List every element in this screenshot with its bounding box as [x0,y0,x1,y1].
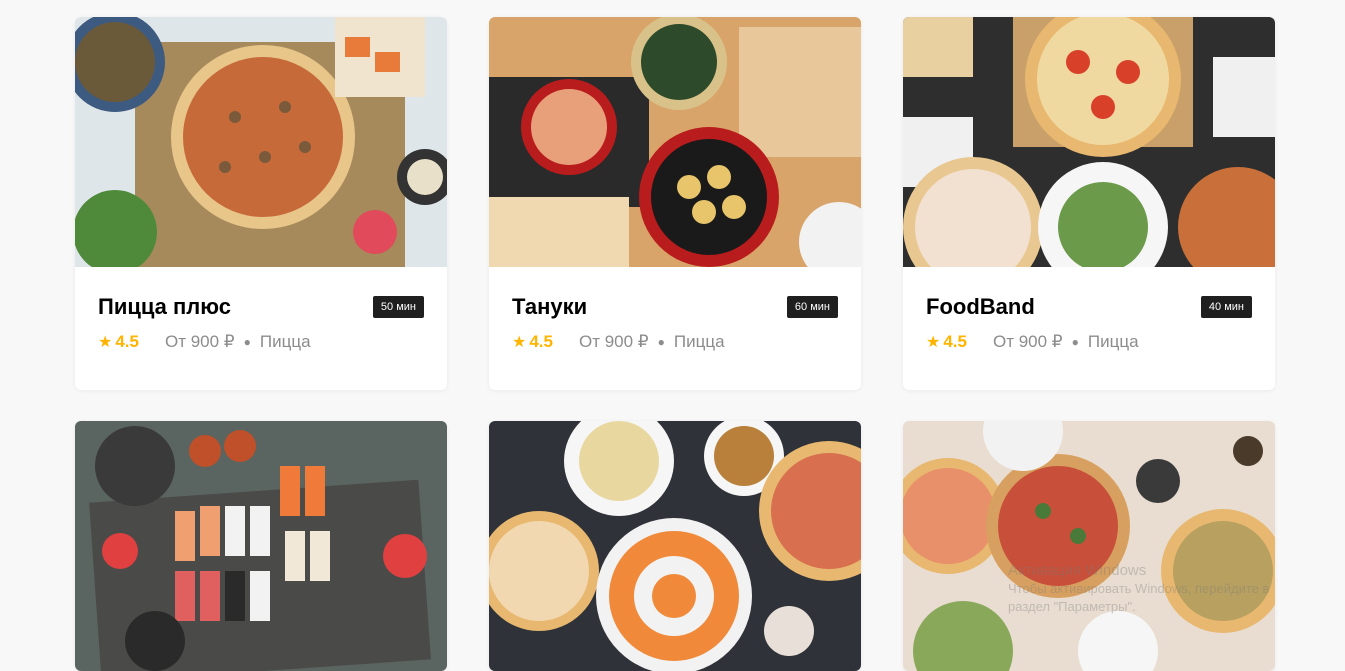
restaurant-card[interactable]: FoodBand 40 мин ★ 4.5 От 900 ₽ ● Пицца [903,17,1275,390]
bullet-dot: ● [243,335,251,349]
rating: ★ 4.5 [512,332,553,352]
rating-value: 4.5 [529,332,553,351]
restaurant-image[interactable] [903,17,1275,267]
restaurant-card[interactable]: Пицца плюс 50 мин ★ 4.5 От 900 ₽ ● Пицца [75,17,447,390]
delivery-time-badge: 40 мин [1200,296,1252,318]
star-icon: ★ [98,334,113,351]
rating: ★ 4.5 [926,332,967,352]
restaurant-name: Тануки [512,294,588,319]
watermark-text: Чтобы активировать Windows, перейдите в [1008,581,1270,596]
restaurant-image[interactable] [903,421,1275,671]
restaurant-name: Пицца плюс [98,294,231,319]
rating-value: 4.5 [943,332,967,351]
restaurant-card[interactable] [75,421,447,671]
watermark-text: раздел "Параметры". [1008,599,1136,614]
star-icon: ★ [926,334,941,351]
rating-value: 4.5 [115,332,139,351]
category: Пицца [259,332,311,351]
delivery-time-badge: 50 мин [372,296,424,318]
restaurant-card[interactable] [489,421,861,671]
category: Пицца [1087,332,1139,351]
restaurant-card[interactable]: Тануки 60 мин ★ 4.5 От 900 ₽ ● Пицца [489,17,861,390]
restaurant-card[interactable] [903,421,1275,671]
restaurant-image[interactable] [75,17,447,267]
restaurant-image[interactable] [75,421,447,671]
restaurant-info: Пицца плюс 50 мин ★ 4.5 От 900 ₽ ● Пицца [75,267,447,390]
price: От 900 ₽ [992,332,1063,351]
restaurant-image[interactable] [489,421,861,671]
restaurant-info: FoodBand 40 мин ★ 4.5 От 900 ₽ ● Пицца [903,267,1275,390]
price: От 900 ₽ [164,332,235,351]
rating: ★ 4.5 [98,332,139,352]
bullet-dot: ● [1071,335,1079,349]
watermark-title: Активация Windows [1008,562,1147,579]
windows-activation-watermark: Активация Windows Чтобы активировать Win… [1008,562,1269,616]
category: Пицца [673,332,725,351]
restaurant-info: Тануки 60 мин ★ 4.5 От 900 ₽ ● Пицца [489,267,861,390]
delivery-time-badge: 60 мин [786,296,838,318]
restaurant-image[interactable] [489,17,861,267]
bullet-dot: ● [657,335,665,349]
star-icon: ★ [512,334,527,351]
price: От 900 ₽ [578,332,649,351]
restaurant-name: FoodBand [926,294,1035,319]
